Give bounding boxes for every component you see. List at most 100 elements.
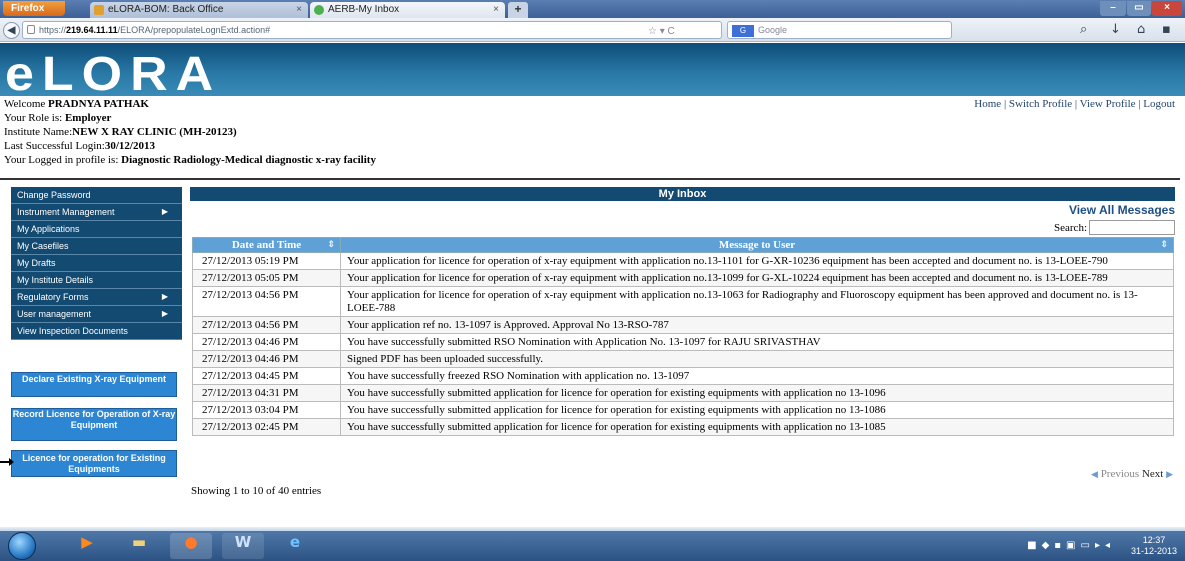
sidebar-item-my-casefiles[interactable]: My Casefiles bbox=[11, 238, 182, 255]
table-row[interactable]: 27/12/2013 04:45 PM You have successfully… bbox=[192, 367, 1174, 385]
media-player-icon[interactable]: ▶ bbox=[66, 533, 108, 559]
user-name: PRADNYA PATHAK bbox=[48, 98, 149, 110]
sidebar-item-label: My Applications bbox=[17, 224, 80, 234]
table-row[interactable]: 27/12/2013 04:31 PM You have successfully… bbox=[192, 384, 1174, 402]
next-button[interactable]: Next bbox=[1142, 468, 1163, 480]
sort-icon: ⇕ bbox=[327, 239, 335, 249]
declare-existing-xray-button[interactable]: Declare Existing X-ray Equipment bbox=[11, 372, 177, 397]
sidebar-item-label: My Institute Details bbox=[17, 275, 94, 285]
row-date: 27/12/2013 05:19 PM bbox=[192, 252, 341, 270]
home-link[interactable]: Home bbox=[974, 98, 1001, 110]
sidebar-item-instrument-management[interactable]: Instrument Management ▶ bbox=[11, 204, 182, 221]
new-tab-button[interactable]: + bbox=[508, 2, 528, 18]
start-button[interactable] bbox=[8, 532, 36, 560]
firefox-taskbar-icon[interactable]: ● bbox=[170, 533, 212, 559]
sidebar-item-regulatory-forms[interactable]: Regulatory Forms ▶ bbox=[11, 289, 182, 306]
column-header-date[interactable]: Date and Time ⇕ bbox=[192, 237, 341, 253]
entries-count: Showing 1 to 10 of 40 entries bbox=[191, 485, 322, 497]
menu-icon[interactable]: ▪ bbox=[1162, 22, 1171, 37]
sidebar-item-user-management[interactable]: User management ▶ bbox=[11, 306, 182, 323]
sidebar-item-change-password[interactable]: Change Password bbox=[11, 187, 182, 204]
close-tab-icon[interactable]: × bbox=[296, 2, 302, 18]
clock-time: 12:37 bbox=[1142, 535, 1166, 545]
elora-logo: eLORA bbox=[5, 47, 222, 102]
search-placeholder: Google bbox=[758, 25, 788, 35]
table-row[interactable]: 27/12/2013 04:56 PM Your application ref … bbox=[192, 316, 1174, 334]
sidebar-item-label: My Drafts bbox=[17, 258, 56, 268]
back-button[interactable]: ◀ bbox=[3, 22, 20, 39]
table-row[interactable]: 27/12/2013 02:45 PM You have successfully… bbox=[192, 418, 1174, 436]
table-row[interactable]: 27/12/2013 04:46 PM You have successfully… bbox=[192, 333, 1174, 351]
tab-back-office[interactable]: eLORA-BOM: Back Office × bbox=[90, 2, 308, 18]
search-icon[interactable]: ⌕ bbox=[1080, 22, 1087, 37]
view-profile-link[interactable]: View Profile bbox=[1080, 98, 1136, 110]
sidebar-item-view-inspection-documents[interactable]: View Inspection Documents bbox=[11, 323, 182, 340]
record-licence-button[interactable]: Record Licence for Operation of X-ray Eq… bbox=[11, 408, 177, 441]
tab-my-inbox[interactable]: AERB-My Inbox × bbox=[310, 2, 505, 18]
row-message: Signed PDF has been uploaded successfull… bbox=[340, 350, 1174, 368]
row-message: Your application for licence for operati… bbox=[340, 269, 1174, 287]
table-row[interactable]: 27/12/2013 05:05 PM Your application for … bbox=[192, 269, 1174, 287]
download-icon[interactable]: ↓ bbox=[1110, 22, 1121, 37]
view-all-messages-link[interactable]: View All Messages bbox=[1069, 203, 1175, 217]
table-row[interactable]: 27/12/2013 05:19 PM Your application for … bbox=[192, 252, 1174, 270]
licence-existing-equipments-button[interactable]: Licence for operation for Existing Equip… bbox=[11, 450, 177, 477]
sidebar-item-my-drafts[interactable]: My Drafts bbox=[11, 255, 182, 272]
tab-title: AERB-My Inbox bbox=[328, 4, 400, 15]
internet-explorer-icon[interactable]: e bbox=[274, 533, 316, 559]
submenu-arrow-icon: ▶ bbox=[161, 292, 168, 301]
close-tab-icon[interactable]: × bbox=[493, 2, 499, 18]
home-icon[interactable]: ⌂ bbox=[1137, 22, 1145, 37]
google-icon: G bbox=[732, 24, 754, 37]
sidebar-item-label: My Casefiles bbox=[17, 241, 69, 251]
address-bar[interactable]: https://219.64.11.11/ELORA/prepopulateLo… bbox=[22, 21, 722, 39]
role-value: Employer bbox=[64, 112, 112, 124]
url-prefix: https:// bbox=[39, 25, 67, 35]
user-info: Welcome PRADNYA PATHAK Your Role is: Emp… bbox=[4, 97, 376, 167]
row-date: 27/12/2013 05:05 PM bbox=[192, 269, 341, 287]
navigation-bar: ◀ https://219.64.11.11/ELORA/prepopulate… bbox=[0, 18, 1185, 42]
clock-date: 31-12-2013 bbox=[1130, 546, 1177, 556]
explorer-folder-icon[interactable]: ▬ bbox=[118, 533, 160, 559]
logout-link[interactable]: Logout bbox=[1143, 98, 1175, 110]
row-date: 27/12/2013 03:04 PM bbox=[192, 401, 341, 419]
lock-icon bbox=[27, 25, 35, 34]
profile-label: Your Logged in profile is: bbox=[4, 154, 122, 166]
profile-value: Diagnostic Radiology-Medical diagnostic … bbox=[121, 154, 376, 166]
inbox-search-input[interactable] bbox=[1089, 220, 1175, 235]
bookmark-star-icon[interactable]: ☆ ▾ C bbox=[648, 26, 675, 37]
word-taskbar-icon[interactable]: W bbox=[222, 533, 264, 559]
clock[interactable]: 12:37 31-12-2013 bbox=[1131, 535, 1177, 557]
column-header-message[interactable]: Message to User ⇕ bbox=[340, 237, 1174, 253]
row-message: Your application for licence for operati… bbox=[340, 286, 1174, 317]
sidebar-item-my-applications[interactable]: My Applications bbox=[11, 221, 182, 238]
search-input[interactable]: G Google bbox=[727, 21, 952, 39]
welcome-label: Welcome bbox=[4, 98, 49, 110]
column-label: Date and Time bbox=[231, 239, 302, 251]
firefox-menu-button[interactable]: Firefox bbox=[3, 1, 65, 16]
table-row[interactable]: 27/12/2013 04:56 PM Your application for … bbox=[192, 286, 1174, 317]
sidebar-item-label: Change Password bbox=[17, 190, 91, 200]
sidebar-item-label: Regulatory Forms bbox=[17, 292, 89, 302]
header-divider bbox=[0, 178, 1180, 180]
row-message: Your application ref no. 13-1097 is Appr… bbox=[340, 316, 1174, 334]
sidebar-item-my-institute-details[interactable]: My Institute Details bbox=[11, 272, 182, 289]
previous-arrow-icon: ◀ bbox=[1091, 469, 1098, 479]
close-window-icon[interactable]: × bbox=[1152, 1, 1182, 16]
tab-title: eLORA-BOM: Back Office bbox=[108, 4, 224, 15]
system-tray-icons[interactable]: ■◆▪▣▭▸◂ bbox=[1027, 540, 1115, 551]
switch-profile-link[interactable]: Switch Profile bbox=[1009, 98, 1072, 110]
sidebar-item-label: Instrument Management bbox=[17, 207, 115, 217]
row-date: 27/12/2013 04:56 PM bbox=[192, 316, 341, 334]
inbox-title: My Inbox bbox=[190, 187, 1175, 201]
maximize-icon[interactable]: ▭ bbox=[1127, 1, 1151, 16]
url-host: 219.64.11.11 bbox=[66, 25, 118, 35]
row-date: 27/12/2013 04:45 PM bbox=[192, 367, 341, 385]
browser-tab-bar: Firefox eLORA-BOM: Back Office × AERB-My… bbox=[0, 0, 1185, 18]
minimize-icon[interactable]: – bbox=[1100, 1, 1126, 16]
table-row[interactable]: 27/12/2013 04:46 PM Signed PDF has been u… bbox=[192, 350, 1174, 368]
table-row[interactable]: 27/12/2013 03:04 PM You have successfully… bbox=[192, 401, 1174, 419]
previous-button[interactable]: Previous bbox=[1101, 468, 1140, 480]
inbox-table: Date and Time ⇕ Message to User ⇕ 27/12/20… bbox=[192, 237, 1174, 436]
row-message: You have successfully submitted applicat… bbox=[340, 384, 1174, 402]
